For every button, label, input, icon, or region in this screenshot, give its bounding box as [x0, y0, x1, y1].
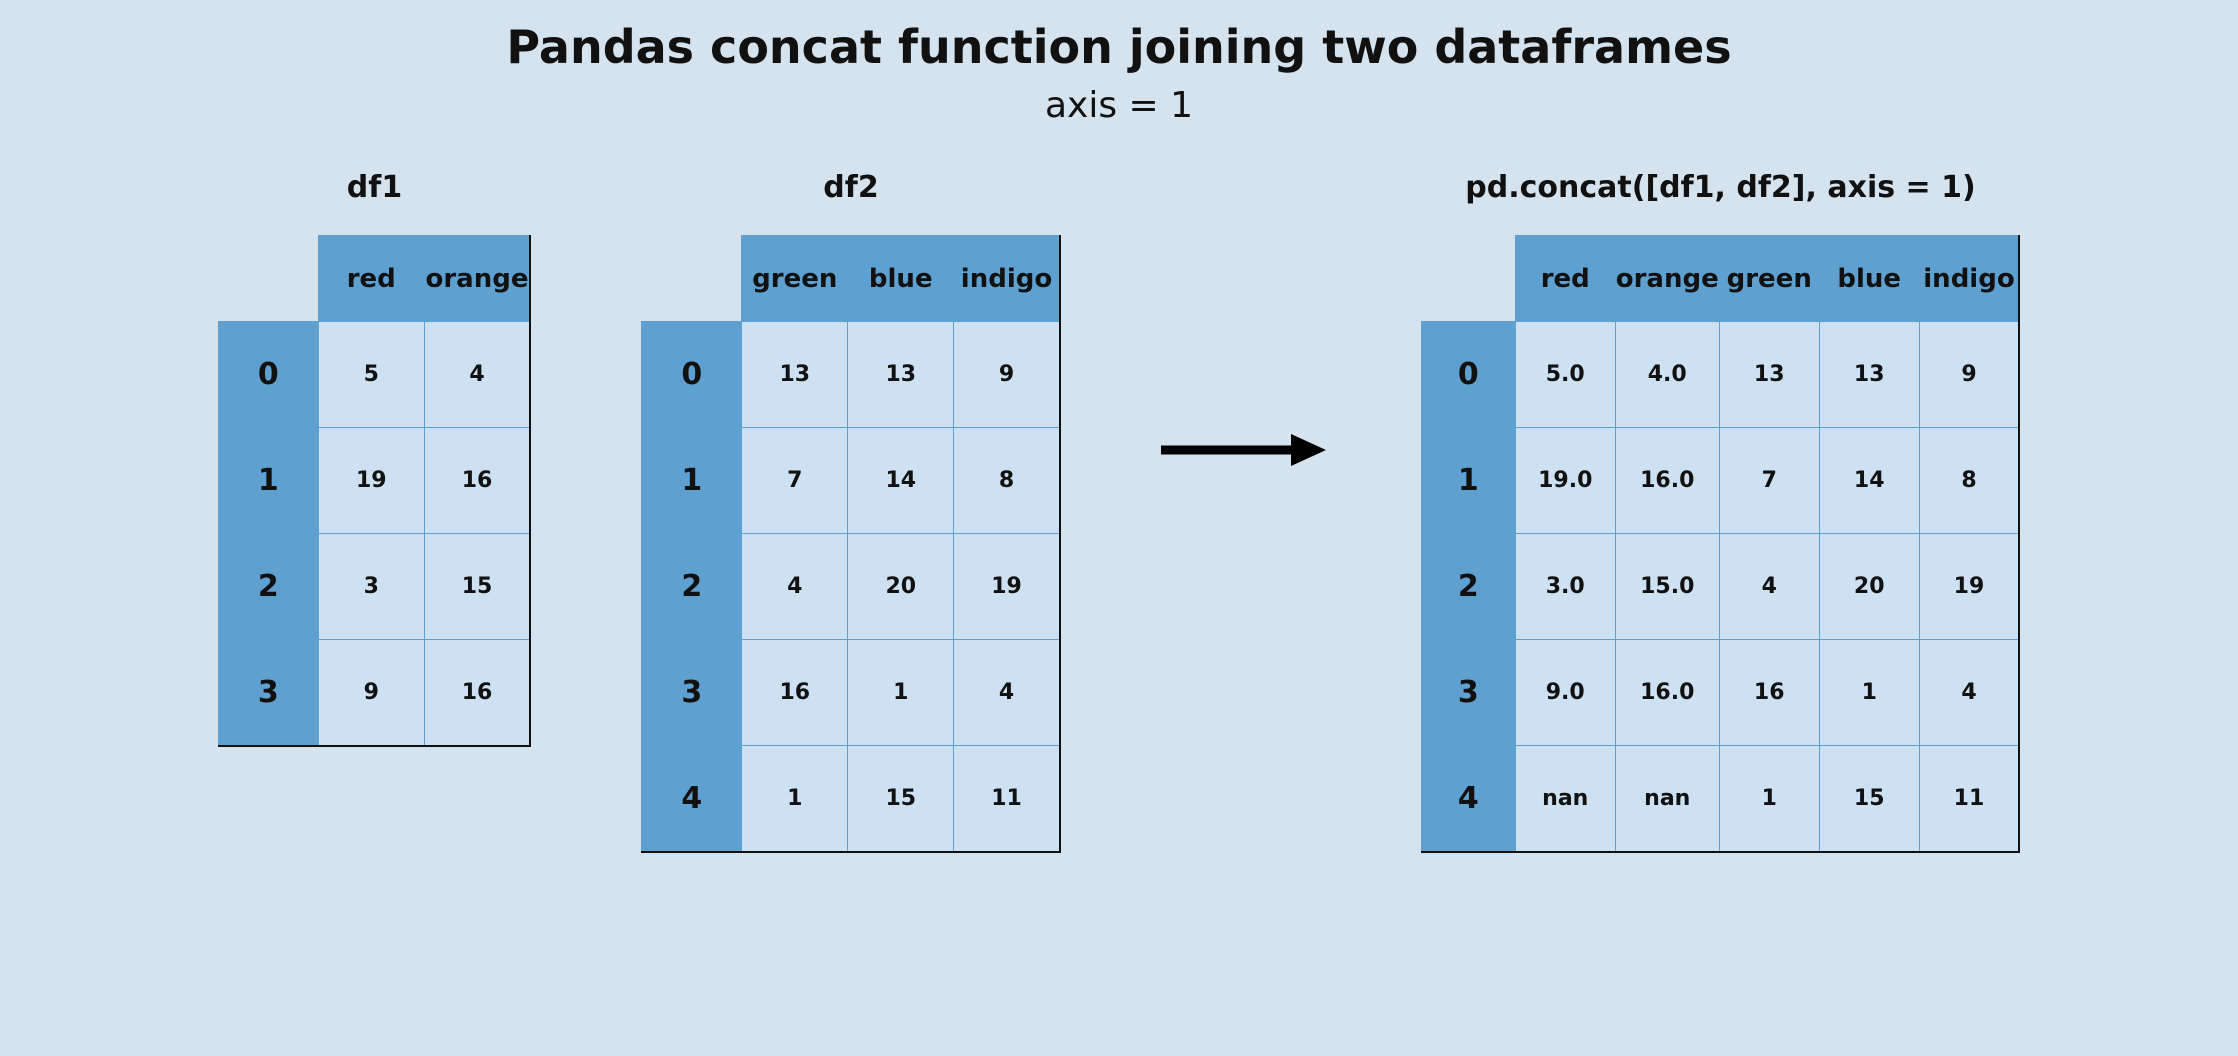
table-corner: [1421, 236, 1515, 322]
row-index: 0: [642, 322, 742, 428]
row-index: 3: [642, 640, 742, 746]
row-index: 1: [642, 428, 742, 534]
table-cell: 7: [742, 428, 848, 534]
table-cell: 4.0: [1615, 322, 1719, 428]
table-cell: 14: [848, 428, 954, 534]
page-title: Pandas concat function joining two dataf…: [0, 20, 2238, 74]
table-cell: 13: [848, 322, 954, 428]
column-header: indigo: [954, 236, 1060, 322]
table-cell: 7: [1719, 428, 1819, 534]
table-cell: 13: [1819, 322, 1919, 428]
row-index: 1: [218, 428, 318, 534]
table-cell: 9.0: [1515, 640, 1615, 746]
table-cell: nan: [1515, 746, 1615, 852]
table-cell: 1: [1819, 640, 1919, 746]
table-cell: 4: [954, 640, 1060, 746]
table-cell: 13: [742, 322, 848, 428]
table-caption: df2: [823, 170, 878, 205]
table-cell: 20: [1819, 534, 1919, 640]
column-header: blue: [848, 236, 954, 322]
table-cell: 8: [954, 428, 1060, 534]
row-index: 2: [218, 534, 318, 640]
table-caption: df1: [347, 170, 402, 205]
table-block: pd.concat([df1, df2], axis = 1) redorange…: [1421, 170, 2020, 853]
row-index: 0: [1421, 322, 1515, 428]
table-corner: [642, 236, 742, 322]
table-cell: 16: [424, 640, 530, 746]
table-cell: 19.0: [1515, 428, 1615, 534]
table-cell: 4: [424, 322, 530, 428]
table-cell: 11: [954, 746, 1060, 852]
tables-row: df1redorange0541191623153916df2greenblue…: [0, 170, 2238, 853]
table-cell: 16: [1719, 640, 1819, 746]
table-cell: 16.0: [1615, 640, 1719, 746]
dataframe-table: greenblueindigo0131391714824201931614411…: [641, 235, 1061, 853]
table-cell: 15.0: [1615, 534, 1719, 640]
column-header: orange: [424, 236, 530, 322]
row-index: 3: [218, 640, 318, 746]
table-cell: 16: [742, 640, 848, 746]
row-index: 3: [1421, 640, 1515, 746]
table-cell: 15: [1819, 746, 1919, 852]
table-cell: 15: [848, 746, 954, 852]
table-cell: 13: [1719, 322, 1819, 428]
table-cell: 1: [848, 640, 954, 746]
table-cell: nan: [1615, 746, 1719, 852]
table-corner: [218, 236, 318, 322]
table-cell: 19: [954, 534, 1060, 640]
table-cell: 19: [1919, 534, 2019, 640]
table-cell: 9: [954, 322, 1060, 428]
dataframe-table: redorangegreenblueindigo05.04.013139119.…: [1421, 235, 2020, 853]
dataframe-table: redorange0541191623153916: [218, 235, 532, 747]
table-block: df2greenblueindigo0131391714824201931614…: [641, 170, 1061, 853]
column-header: indigo: [1919, 236, 2019, 322]
table-cell: 1: [1719, 746, 1819, 852]
table-cell: 16: [424, 428, 530, 534]
table-cell: 3: [318, 534, 424, 640]
column-header: blue: [1819, 236, 1919, 322]
table-cell: 5.0: [1515, 322, 1615, 428]
table-cell: 14: [1819, 428, 1919, 534]
column-header: orange: [1615, 236, 1719, 322]
table-cell: 19: [318, 428, 424, 534]
row-index: 0: [218, 322, 318, 428]
table-cell: 9: [1919, 322, 2019, 428]
table-cell: 1: [742, 746, 848, 852]
table-cell: 4: [1919, 640, 2019, 746]
column-header: green: [1719, 236, 1819, 322]
table-cell: 16.0: [1615, 428, 1719, 534]
table-cell: 4: [742, 534, 848, 640]
column-header: green: [742, 236, 848, 322]
arrow-icon: [1156, 430, 1326, 470]
table-block: df1redorange0541191623153916: [218, 170, 532, 747]
table-cell: 11: [1919, 746, 2019, 852]
table-cell: 3.0: [1515, 534, 1615, 640]
table-cell: 9: [318, 640, 424, 746]
page-subtitle: axis = 1: [0, 85, 2238, 126]
table-cell: 20: [848, 534, 954, 640]
row-index: 4: [1421, 746, 1515, 852]
row-index: 2: [642, 534, 742, 640]
column-header: red: [1515, 236, 1615, 322]
table-cell: 5: [318, 322, 424, 428]
row-index: 2: [1421, 534, 1515, 640]
row-index: 1: [1421, 428, 1515, 534]
table-cell: 8: [1919, 428, 2019, 534]
table-caption: pd.concat([df1, df2], axis = 1): [1465, 170, 1975, 205]
table-cell: 4: [1719, 534, 1819, 640]
table-cell: 15: [424, 534, 530, 640]
row-index: 4: [642, 746, 742, 852]
column-header: red: [318, 236, 424, 322]
